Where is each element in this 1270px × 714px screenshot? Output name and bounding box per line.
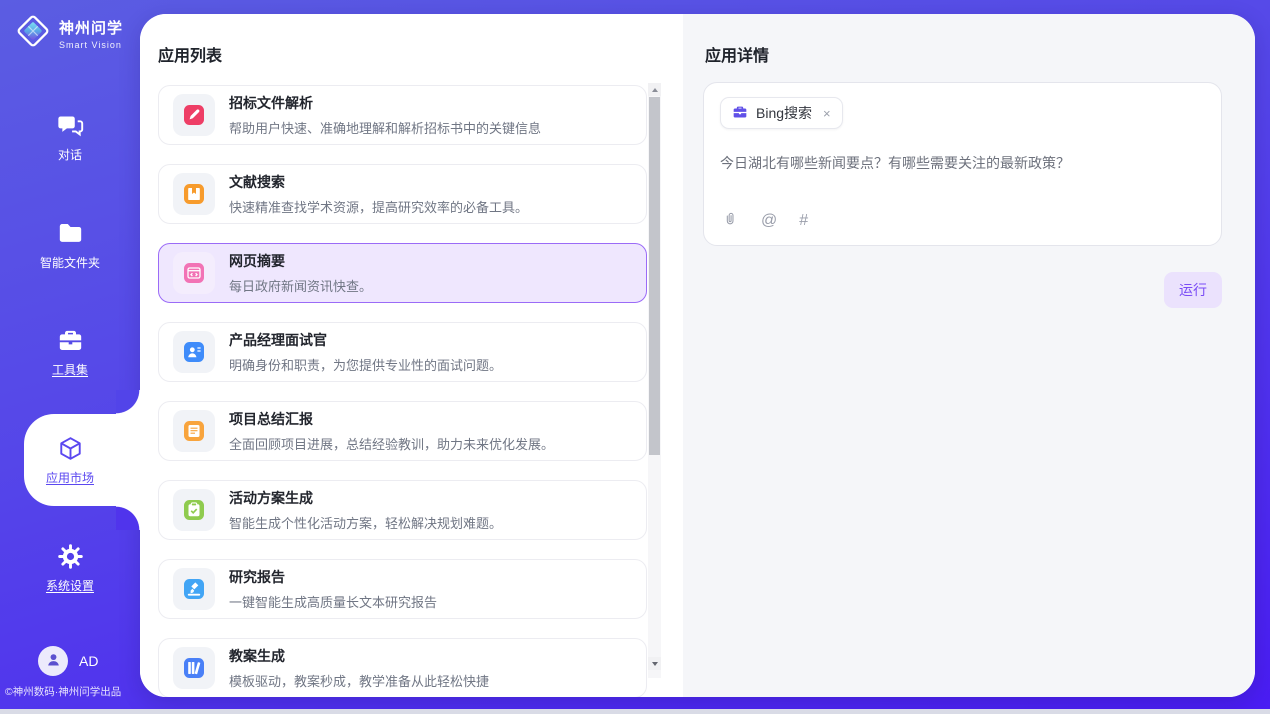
brand-tagline: Smart Vision xyxy=(59,40,123,50)
app-card-title: 文献搜索 xyxy=(229,172,528,192)
at-icon[interactable]: @ xyxy=(761,213,777,229)
chevron-down-icon xyxy=(652,662,658,666)
sidebar-item-label: 系统设置 xyxy=(46,577,94,594)
composer-toolbar: @ # xyxy=(722,210,808,232)
tool-chip-label: Bing搜索 xyxy=(756,103,812,123)
prompt-text[interactable]: 今日湖北有哪些新闻要点？有哪些需要关注的最新政策？ xyxy=(720,153,1205,173)
app-card-title: 产品经理面试官 xyxy=(229,330,502,350)
chevron-up-icon xyxy=(652,88,658,92)
hash-icon[interactable]: # xyxy=(799,213,808,229)
sidebar-item-label: 对话 xyxy=(58,146,82,163)
books-icon xyxy=(173,647,215,689)
app-list-scrollbar[interactable] xyxy=(648,83,661,678)
app-card-description: 帮助用户快速、准确地理解和解析招标书中的关键信息 xyxy=(229,118,541,137)
sidebar-item-label: 应用市场 xyxy=(46,469,94,486)
app-card-lesson-plan[interactable]: 教案生成 模板驱动，教案秒成，教学准备从此轻松快捷 xyxy=(158,638,647,697)
sidebar-item-app-market[interactable]: 应用市场 xyxy=(0,435,140,487)
app-card-project-summary[interactable]: 项目总结汇报 全面回顾项目进展，总结经验教训，助力未来优化发展。 xyxy=(158,401,647,461)
cube-icon xyxy=(0,435,140,462)
user-account[interactable]: AD xyxy=(38,646,98,676)
app-card-description: 一键智能生成高质量长文本研究报告 xyxy=(229,592,437,611)
run-button[interactable]: 运行 xyxy=(1164,272,1222,308)
avatar xyxy=(38,646,68,676)
brand-logo: 神州问学 Smart Vision xyxy=(14,12,123,55)
app-card-web-summary[interactable]: 网页摘要 每日政府新闻资讯快查。 xyxy=(158,243,647,303)
pen-icon xyxy=(173,94,215,136)
app-list-title: 应用列表 xyxy=(158,42,222,66)
interviewer-icon xyxy=(173,331,215,373)
app-card-description: 智能生成个性化活动方案，轻松解决规划难题。 xyxy=(229,513,502,532)
app-card-title: 招标文件解析 xyxy=(229,93,541,113)
tool-chip-bing-search[interactable]: Bing搜索 × xyxy=(720,97,843,129)
user-avatar-icon xyxy=(44,650,63,672)
scrollbar-thumb[interactable] xyxy=(649,97,660,455)
app-card-title: 网页摘要 xyxy=(229,251,372,271)
active-nav-fillet-bottom xyxy=(116,506,140,530)
app-card-title: 研究报告 xyxy=(229,567,437,587)
close-icon[interactable]: × xyxy=(823,106,831,121)
app-card-title: 项目总结汇报 xyxy=(229,409,554,429)
sidebar-item-label: 智能文件夹 xyxy=(40,254,100,271)
browser-icon xyxy=(173,252,215,294)
clipboard-check-icon xyxy=(173,489,215,531)
scroll-down-button[interactable] xyxy=(648,657,661,670)
briefcase-icon xyxy=(0,327,140,354)
app-card-bid-document-analysis[interactable]: 招标文件解析 帮助用户快速、准确地理解和解析招标书中的关键信息 xyxy=(158,85,647,145)
app-card-event-plan[interactable]: 活动方案生成 智能生成个性化活动方案，轻松解决规划难题。 xyxy=(158,480,647,540)
app-card-research-report[interactable]: 研究报告 一键智能生成高质量长文本研究报告 xyxy=(158,559,647,619)
app-detail-title: 应用详情 xyxy=(705,42,769,66)
app-card-description: 快速精准查找学术资源，提高研究效率的必备工具。 xyxy=(229,197,528,216)
app-card-description: 模板驱动，教案秒成，教学准备从此轻松快捷 xyxy=(229,671,489,690)
app-card-pm-interviewer[interactable]: 产品经理面试官 明确身份和职责，为您提供专业性的面试问题。 xyxy=(158,322,647,382)
sidebar-item-smart-folder[interactable]: 智能文件夹 xyxy=(0,220,140,272)
app-card-title: 教案生成 xyxy=(229,646,489,666)
prompt-card: Bing搜索 × 今日湖北有哪些新闻要点？有哪些需要关注的最新政策？ @ # xyxy=(703,82,1222,246)
app-card-literature-search[interactable]: 文献搜索 快速精准查找学术资源，提高研究效率的必备工具。 xyxy=(158,164,647,224)
window-bottom-edge xyxy=(0,709,1270,714)
app-window: 神州问学 Smart Vision 对话 智能文件夹 xyxy=(0,0,1270,714)
sidebar-item-toolset[interactable]: 工具集 xyxy=(0,327,140,379)
chat-icon xyxy=(0,112,140,139)
app-card-description: 每日政府新闻资讯快查。 xyxy=(229,276,372,295)
sidebar-item-label: 工具集 xyxy=(52,361,88,378)
gear-icon xyxy=(0,543,140,570)
app-card-title: 活动方案生成 xyxy=(229,488,502,508)
memo-icon xyxy=(173,410,215,452)
book-icon xyxy=(173,173,215,215)
user-initials: AD xyxy=(79,653,98,669)
paperclip-icon[interactable] xyxy=(722,210,739,232)
app-detail-panel: 应用详情 Bing搜索 × 今日湖北有哪些新闻要点？有哪些需要关注的最新政策？ xyxy=(683,14,1255,697)
sidebar-item-chat[interactable]: 对话 xyxy=(0,112,140,164)
microscope-icon xyxy=(173,568,215,610)
app-list-panel: 应用列表 招标文件解析 帮助用户快速、准确地理解和解析招标书中的关键信息 xyxy=(140,14,683,697)
app-card-list: 招标文件解析 帮助用户快速、准确地理解和解析招标书中的关键信息 文献搜索 快速精… xyxy=(158,85,647,697)
diamond-logo-icon xyxy=(14,12,52,55)
copyright-footer: ©神州数码·神州问学出品 xyxy=(5,684,121,699)
app-card-description: 明确身份和职责，为您提供专业性的面试问题。 xyxy=(229,355,502,374)
briefcase-icon xyxy=(732,104,748,123)
sidebar: 神州问学 Smart Vision 对话 智能文件夹 xyxy=(0,0,140,714)
folder-icon xyxy=(0,220,140,247)
sidebar-item-settings[interactable]: 系统设置 xyxy=(0,543,140,595)
main-content: 应用列表 招标文件解析 帮助用户快速、准确地理解和解析招标书中的关键信息 xyxy=(140,14,1255,697)
app-card-description: 全面回顾项目进展，总结经验教训，助力未来优化发展。 xyxy=(229,434,554,453)
brand-name: 神州问学 xyxy=(59,17,123,38)
active-nav-fillet-top xyxy=(116,390,140,414)
scroll-up-button[interactable] xyxy=(648,83,661,96)
